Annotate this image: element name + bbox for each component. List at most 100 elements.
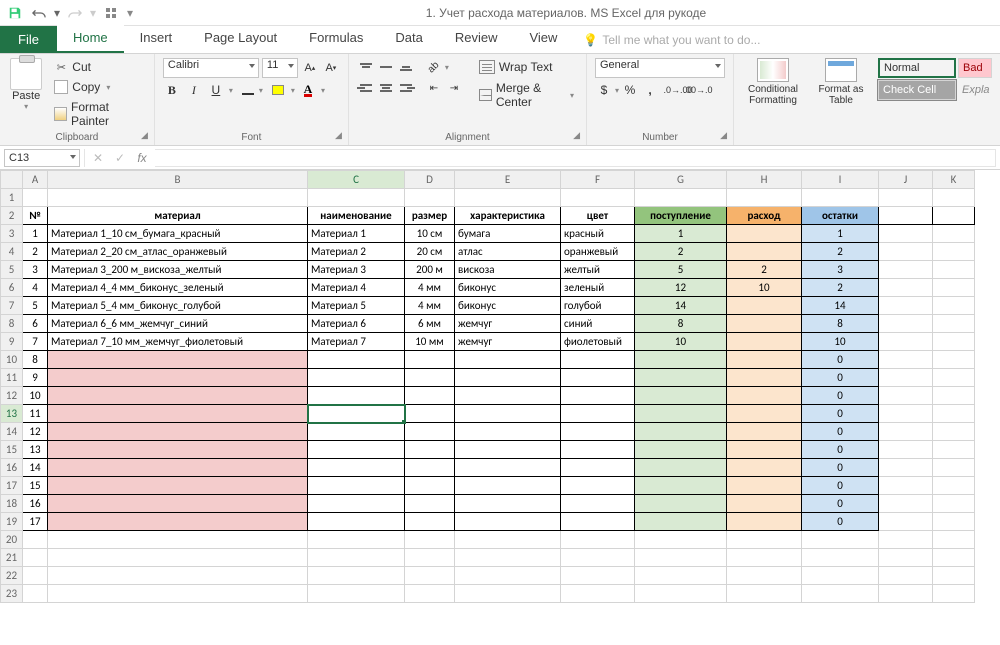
cell[interactable] — [455, 585, 561, 603]
cell[interactable] — [879, 351, 933, 369]
cell[interactable] — [455, 531, 561, 549]
cell[interactable] — [23, 531, 48, 549]
cell[interactable] — [48, 351, 308, 369]
font-name-select[interactable]: Calibri — [163, 58, 259, 78]
file-tab[interactable]: File — [0, 26, 57, 53]
cell[interactable] — [405, 459, 455, 477]
insert-tab[interactable]: Insert — [124, 24, 189, 53]
cell[interactable]: 0 — [802, 405, 879, 423]
cell[interactable] — [308, 405, 405, 423]
cell[interactable]: жемчуг — [455, 315, 561, 333]
cell[interactable] — [48, 531, 308, 549]
cell[interactable] — [48, 549, 308, 567]
row-header[interactable]: 18 — [1, 495, 23, 513]
cell[interactable]: 14 — [635, 297, 727, 315]
cell[interactable] — [635, 477, 727, 495]
cell[interactable]: красный — [561, 225, 635, 243]
cell[interactable]: Материал 4_4 мм_биконус_зеленый — [48, 279, 308, 297]
cell[interactable] — [933, 189, 975, 207]
pagelayout-tab[interactable]: Page Layout — [188, 24, 293, 53]
row-header[interactable]: 5 — [1, 261, 23, 279]
insert-function-button[interactable]: fx — [133, 149, 151, 167]
cell[interactable] — [308, 441, 405, 459]
cell-header[interactable]: поступление — [635, 207, 727, 225]
data-tab[interactable]: Data — [379, 24, 438, 53]
cell[interactable] — [405, 531, 455, 549]
align-left-button[interactable] — [357, 79, 375, 97]
cell[interactable]: 14 — [802, 297, 879, 315]
bold-button[interactable]: B — [163, 81, 181, 99]
cell[interactable] — [933, 531, 975, 549]
cell[interactable] — [727, 585, 802, 603]
cell[interactable] — [933, 279, 975, 297]
review-tab[interactable]: Review — [439, 24, 514, 53]
row-header[interactable]: 16 — [1, 459, 23, 477]
cell[interactable] — [635, 405, 727, 423]
align-bottom-button[interactable] — [397, 58, 415, 76]
cell[interactable] — [635, 441, 727, 459]
cell[interactable] — [802, 549, 879, 567]
tellme-search[interactable]: 💡Tell me what you want to do... — [573, 27, 770, 53]
row-header[interactable]: 17 — [1, 477, 23, 495]
cell[interactable] — [405, 513, 455, 531]
cell[interactable] — [879, 315, 933, 333]
cell[interactable] — [933, 423, 975, 441]
cell[interactable] — [727, 405, 802, 423]
cell[interactable]: Материал 3 — [308, 261, 405, 279]
border-button[interactable] — [239, 81, 257, 99]
cell[interactable] — [635, 567, 727, 585]
row-header[interactable]: 10 — [1, 351, 23, 369]
align-right-button[interactable] — [397, 79, 415, 97]
cell[interactable] — [23, 549, 48, 567]
cell[interactable] — [727, 351, 802, 369]
cell[interactable] — [879, 189, 933, 207]
cell-header[interactable]: № — [23, 207, 48, 225]
cell[interactable]: Материал 6 — [308, 315, 405, 333]
cell[interactable] — [405, 189, 455, 207]
cell[interactable] — [802, 585, 879, 603]
cell[interactable]: 12 — [635, 279, 727, 297]
format-painter-button[interactable]: Format Painter — [50, 98, 146, 130]
row-header[interactable]: 22 — [1, 567, 23, 585]
cell[interactable] — [933, 405, 975, 423]
home-tab[interactable]: Home — [57, 24, 124, 53]
cell[interactable] — [933, 585, 975, 603]
cell[interactable]: 13 — [23, 441, 48, 459]
number-launcher-icon[interactable]: ◢ — [720, 130, 727, 141]
style-normal[interactable]: Normal — [878, 58, 956, 78]
cell[interactable]: 5 — [23, 297, 48, 315]
cell[interactable] — [933, 441, 975, 459]
cell[interactable] — [727, 477, 802, 495]
cell[interactable] — [727, 189, 802, 207]
cell[interactable] — [727, 315, 802, 333]
cell[interactable] — [561, 585, 635, 603]
cell-header[interactable]: цвет — [561, 207, 635, 225]
select-all-corner[interactable] — [1, 171, 23, 189]
font-size-select[interactable]: 11 — [262, 58, 298, 78]
cell[interactable] — [933, 207, 975, 225]
cell[interactable]: 1 — [23, 225, 48, 243]
row-header[interactable]: 6 — [1, 279, 23, 297]
cell[interactable] — [308, 459, 405, 477]
cell[interactable] — [405, 405, 455, 423]
cell[interactable] — [635, 495, 727, 513]
cell[interactable] — [48, 189, 308, 207]
cell[interactable] — [879, 405, 933, 423]
cell[interactable] — [727, 243, 802, 261]
cell[interactable] — [727, 369, 802, 387]
cell[interactable] — [48, 567, 308, 585]
cell[interactable]: Материал 7_10 мм_жемчуг_фиолетовый — [48, 333, 308, 351]
cell[interactable] — [48, 441, 308, 459]
cell[interactable] — [933, 387, 975, 405]
cell[interactable] — [635, 585, 727, 603]
cell[interactable]: оранжевый — [561, 243, 635, 261]
row-header[interactable]: 14 — [1, 423, 23, 441]
clipboard-launcher-icon[interactable]: ◢ — [141, 130, 148, 141]
row-header[interactable]: 4 — [1, 243, 23, 261]
cell[interactable] — [561, 513, 635, 531]
cell[interactable] — [455, 387, 561, 405]
cell[interactable] — [933, 549, 975, 567]
cell[interactable]: синий — [561, 315, 635, 333]
cell[interactable]: 2 — [727, 261, 802, 279]
cell[interactable] — [561, 567, 635, 585]
